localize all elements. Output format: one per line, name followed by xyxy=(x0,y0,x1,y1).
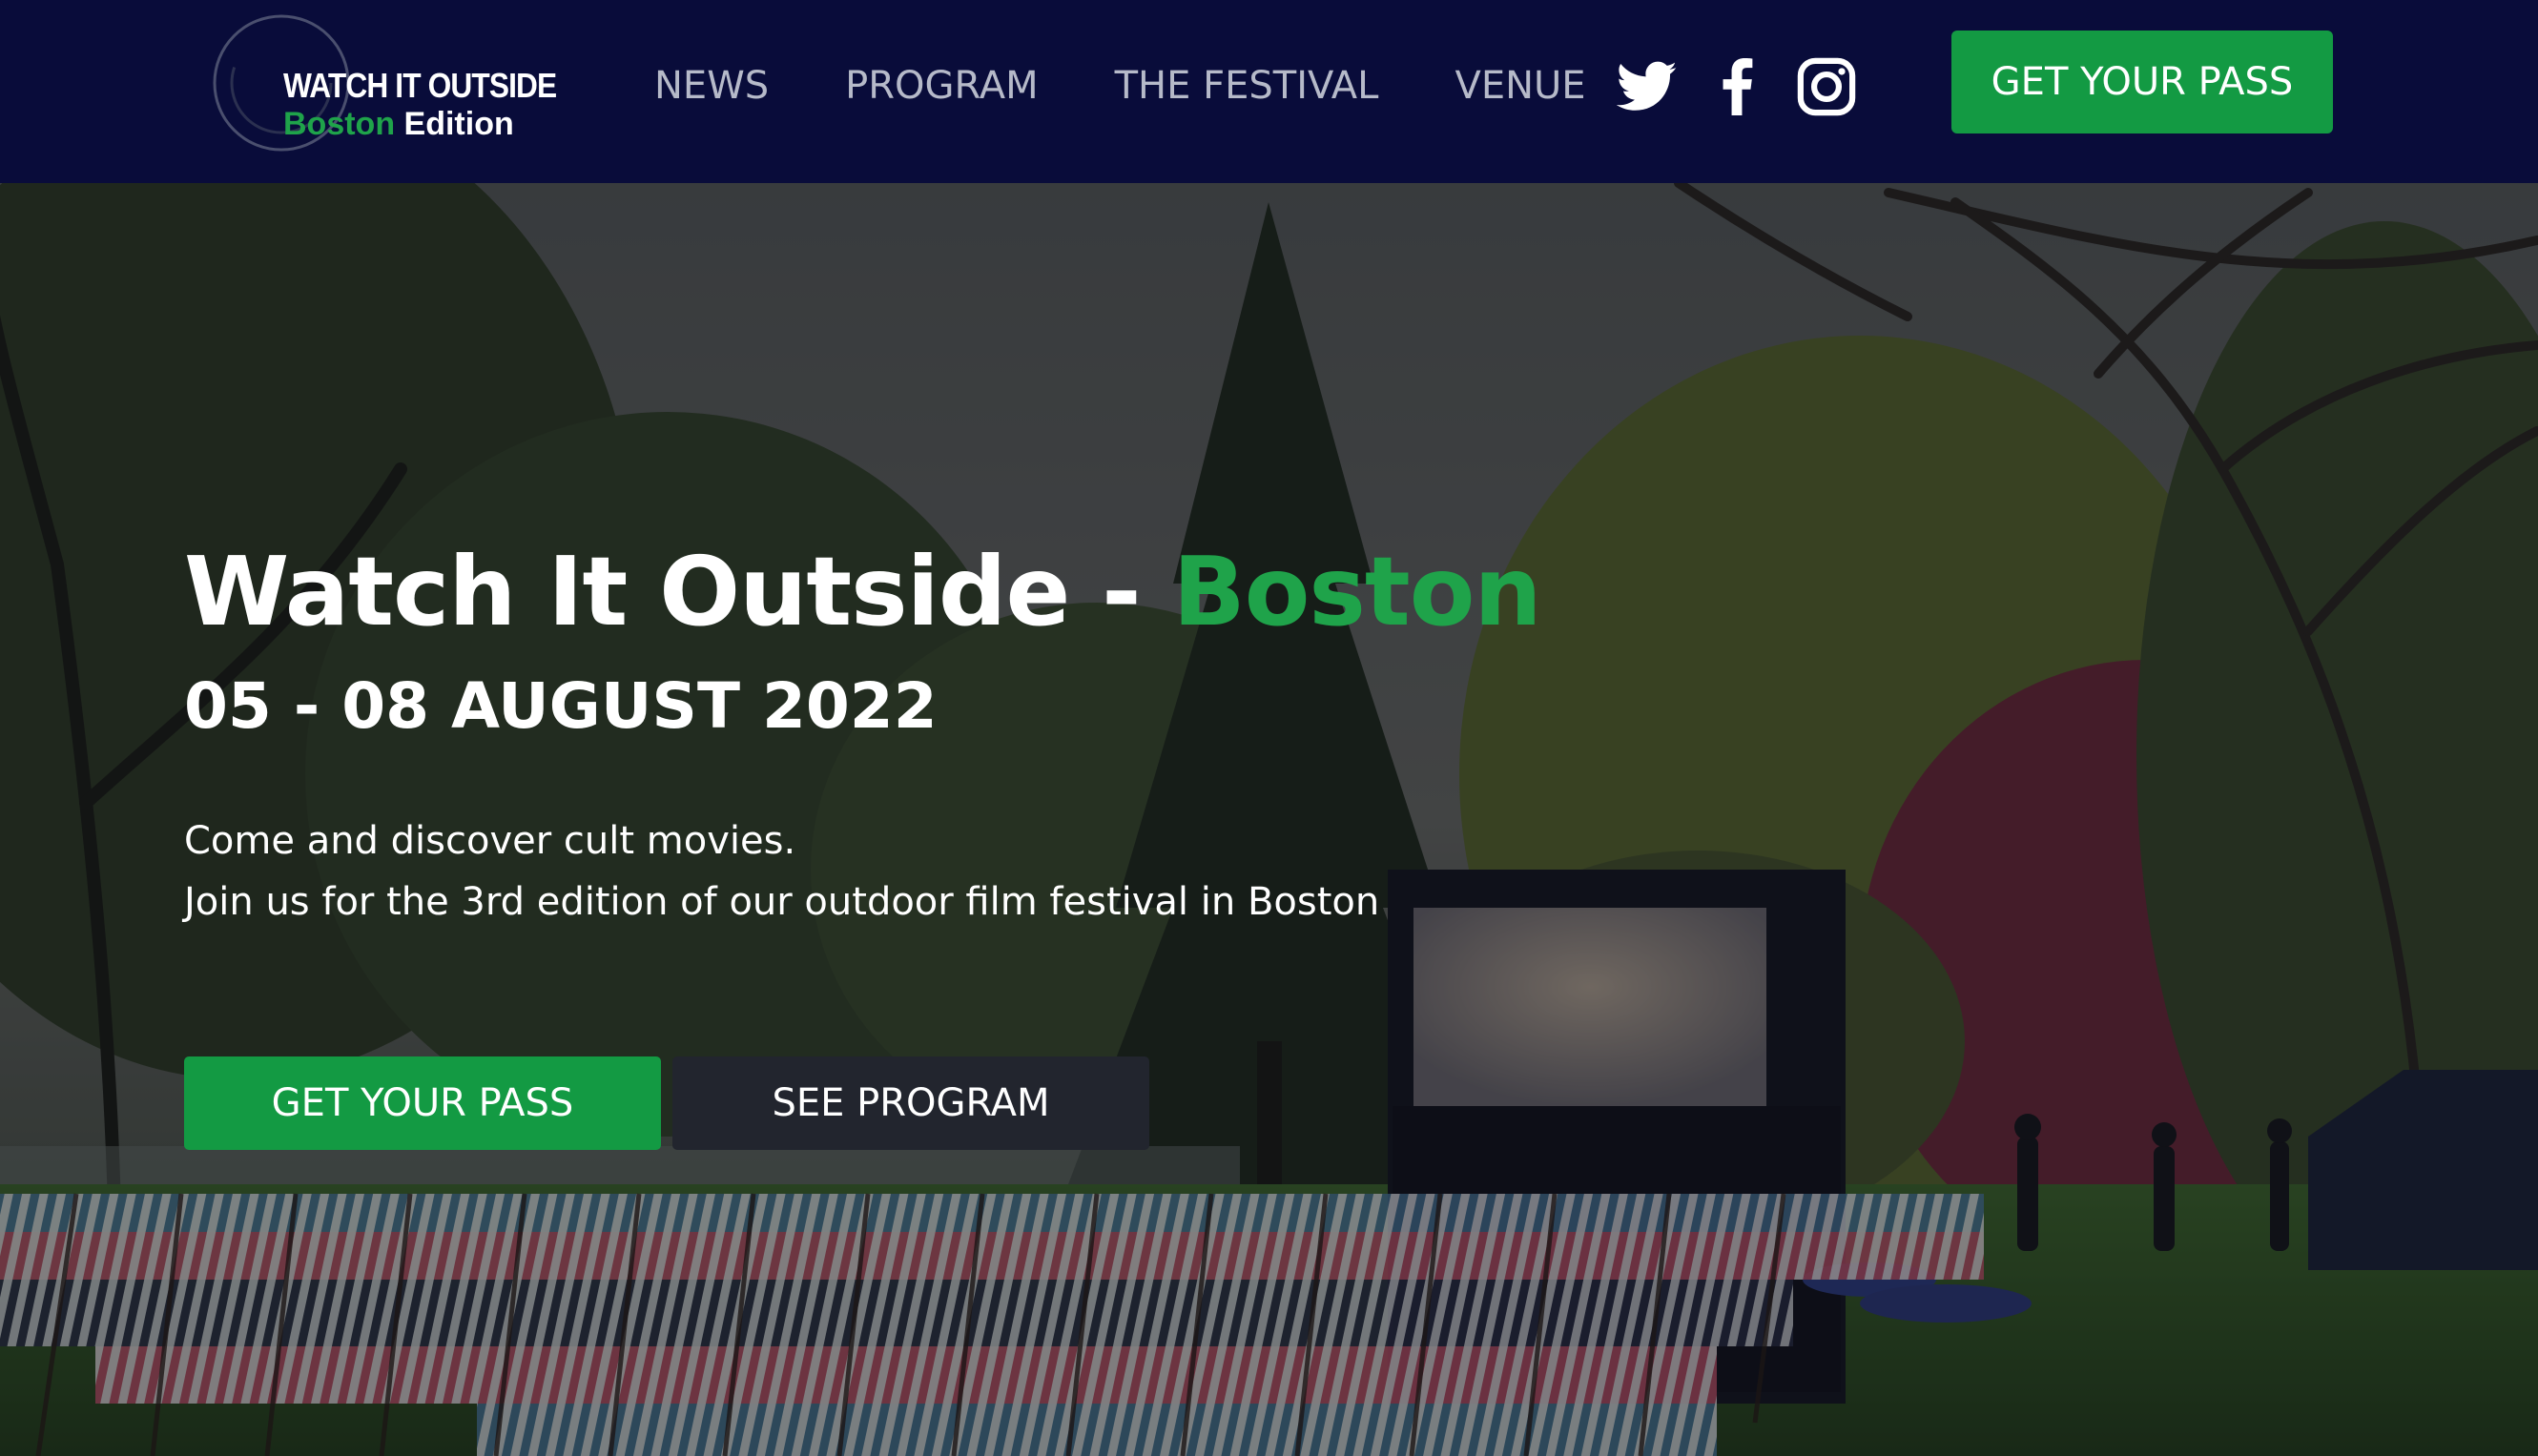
hero-title-city: Boston xyxy=(1172,536,1541,647)
nav-link-program[interactable]: PROGRAM xyxy=(845,64,1038,108)
hero-description: Come and discover cult movies. Join us f… xyxy=(184,810,1379,933)
main-nav: NEWS PROGRAM THE FESTIVAL VENUE xyxy=(654,0,1586,172)
hero-date: 05 - 08 AUGUST 2022 xyxy=(184,669,938,743)
navbar: WATCH IT OUTSIDE Boston Edition NEWS PRO… xyxy=(0,0,2538,183)
social-links xyxy=(1616,55,1885,118)
hero-description-line-2: Join us for the 3rd edition of our outdo… xyxy=(184,880,1380,924)
facebook-icon[interactable] xyxy=(1705,55,1768,118)
nav-link-the-festival[interactable]: THE FESTIVAL xyxy=(1115,64,1379,108)
hero-title-main: Watch It Outside - xyxy=(184,536,1173,647)
logo-subtitle-edition: Edition xyxy=(395,106,514,142)
nav-link-news[interactable]: NEWS xyxy=(654,64,769,108)
nav-link-venue[interactable]: VENUE xyxy=(1455,64,1585,108)
logo-subtitle-city: Boston xyxy=(283,106,396,142)
hero-description-line-1: Come and discover cult movies. xyxy=(184,819,796,863)
get-your-pass-button[interactable]: GET YOUR PASS xyxy=(184,1056,661,1150)
logo-title: WATCH IT OUTSIDE xyxy=(283,66,557,105)
page: WATCH IT OUTSIDE Boston Edition NEWS PRO… xyxy=(0,0,2538,1456)
hero-title: Watch It Outside - Boston xyxy=(184,536,1542,647)
logo-subtitle: Boston Edition xyxy=(283,106,514,143)
site-logo[interactable]: WATCH IT OUTSIDE Boston Edition xyxy=(212,13,557,153)
see-program-button[interactable]: SEE PROGRAM xyxy=(672,1056,1149,1150)
twitter-icon[interactable] xyxy=(1616,55,1679,118)
hero-section: Watch It Outside - Boston 05 - 08 AUGUST… xyxy=(0,183,2538,1456)
nav-get-pass-button[interactable]: GET YOUR PASS xyxy=(1951,31,2333,133)
instagram-icon[interactable] xyxy=(1795,55,1858,118)
